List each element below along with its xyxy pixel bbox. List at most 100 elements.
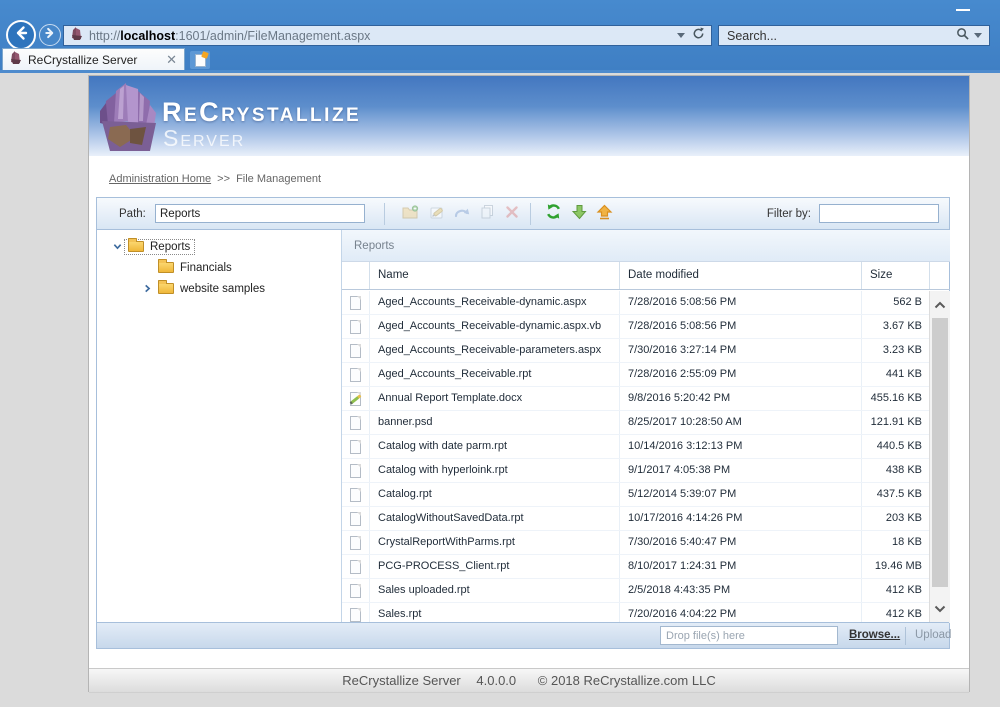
folder-icon [158,280,174,294]
file-size-cell: 121.91 KB [870,416,922,428]
tree-item[interactable]: Reports [97,236,341,257]
back-button[interactable] [6,20,36,50]
file-table-body: Aged_Accounts_Receivable-dynamic.aspx 7/… [342,291,929,623]
file-row[interactable]: Catalog with date parm.rpt 10/14/2016 3:… [342,435,929,459]
undo-button[interactable] [452,204,472,224]
address-bar[interactable]: http://localhost:1601/admin/FileManageme… [63,25,712,46]
breadcrumb-current: File Management [236,173,322,185]
url-text: http://localhost:1601/admin/FileManageme… [89,28,371,43]
file-type-cell [342,411,370,434]
tab-close-icon[interactable]: ✕ [166,53,177,66]
file-row[interactable]: Catalog with hyperloink.rpt 9/1/2017 4:0… [342,459,929,483]
delete-button[interactable] [502,204,522,224]
column-header-scroll-gutter [929,262,950,289]
file-row[interactable]: Aged_Accounts_Receivable.rpt 7/28/2016 2… [342,363,929,387]
rename-button[interactable] [427,204,447,224]
address-dropdown-caret-icon[interactable] [677,33,685,38]
tree-item[interactable]: Financials [97,257,341,278]
file-date-cell: 2/5/2018 4:43:35 PM [620,579,862,602]
file-icon [350,583,361,598]
file-date-cell: 10/14/2016 3:12:13 PM [620,435,862,458]
grid-scrollbar[interactable] [929,291,950,623]
tree-item[interactable]: website samples [97,278,341,299]
scrollbar-thumb[interactable] [932,318,948,587]
file-date-cell: 10/17/2016 4:14:26 PM [620,507,862,530]
file-type-cell [342,435,370,458]
browse-button[interactable]: Browse... [849,629,900,641]
file-row[interactable]: banner.psd 8/25/2017 10:28:50 AM 121.91 … [342,411,929,435]
forward-button[interactable] [39,24,61,46]
file-size-cell: 440.5 KB [876,440,922,452]
new-folder-button[interactable] [400,204,420,224]
path-input[interactable] [155,204,365,223]
back-icon [13,25,29,46]
file-icon [350,391,361,406]
file-name-cell: Aged_Accounts_Receivable-dynamic.aspx.vb [370,315,620,338]
tree-node[interactable]: Reports [124,238,196,255]
file-type-cell [342,387,370,410]
file-date-cell: 9/8/2016 5:20:42 PM [620,387,862,410]
file-size-cell: 412 KB [885,584,922,596]
file-date-cell: 8/10/2017 1:24:31 PM [620,555,862,578]
upload-submit-button[interactable]: Upload [915,629,951,641]
file-row[interactable]: Aged_Accounts_Receivable-dynamic.aspx 7/… [342,291,929,315]
file-size-cell: 3.23 KB [882,344,922,356]
folder-tree: Reports Financials website samples [97,230,342,623]
file-date-cell: 7/30/2016 3:27:14 PM [620,339,862,362]
breadcrumb-home-link[interactable]: Administration Home [109,173,211,185]
tree-chevron-icon[interactable] [111,242,124,251]
file-size-cell: 562 B [893,296,922,308]
refresh-button[interactable] [543,204,563,224]
file-size-cell: 412 KB [885,608,922,620]
column-header-date-modified[interactable]: Date modified [620,262,862,289]
file-name-cell: Sales uploaded.rpt [370,579,620,602]
download-button[interactable] [569,204,589,224]
file-name-cell: CrystalReportWithParms.rpt [370,531,620,554]
search-magnifier-icon[interactable] [956,27,969,45]
tree-item-label: Financials [180,261,232,274]
file-grid: Reports Name Date modified Size Aged_Acc… [342,230,950,623]
search-placeholder: Search... [727,28,778,43]
search-dropdown-caret-icon[interactable] [974,33,982,38]
file-name-cell: Catalog.rpt [370,483,620,506]
file-row[interactable]: Aged_Accounts_Receivable-dynamic.aspx.vb… [342,315,929,339]
column-header-name[interactable]: Name [370,262,620,289]
file-name-cell: Annual Report Template.docx [370,387,620,410]
tree-node[interactable]: website samples [154,280,270,297]
page-container: ReCrystallize Server Administration Home… [88,75,970,693]
file-icon [350,463,361,478]
minimize-button[interactable] [946,0,980,18]
file-row[interactable]: Sales uploaded.rpt 2/5/2018 4:43:35 PM 4… [342,579,929,603]
scroll-down-icon[interactable] [930,605,950,613]
file-row[interactable]: CatalogWithoutSavedData.rpt 10/17/2016 4… [342,507,929,531]
file-row[interactable]: Annual Report Template.docx 9/8/2016 5:2… [342,387,929,411]
file-row[interactable]: CrystalReportWithParms.rpt 7/30/2016 5:4… [342,531,929,555]
scroll-up-icon[interactable] [930,301,950,309]
forward-icon [44,26,56,44]
copy-button[interactable] [477,204,497,224]
upload-button[interactable] [594,204,614,224]
file-row[interactable]: Aged_Accounts_Receivable-parameters.aspx… [342,339,929,363]
browser-tab[interactable]: ReCrystallize Server ✕ [2,48,185,70]
new-tab-button[interactable] [190,51,210,69]
tree-chevron-icon[interactable] [141,284,154,293]
file-row[interactable]: Catalog.rpt 5/12/2014 5:39:07 PM 437.5 K… [342,483,929,507]
tree-node[interactable]: Financials [154,259,237,276]
drop-files-input[interactable] [660,626,838,645]
column-header-size[interactable]: Size [862,262,929,289]
file-row[interactable]: PCG-PROCESS_Client.rpt 8/10/2017 1:24:31… [342,555,929,579]
search-box[interactable]: Search... [718,25,990,46]
copy-icon [480,204,495,224]
page-refresh-icon[interactable] [692,27,705,45]
file-type-cell [342,555,370,578]
file-date-cell: 9/1/2017 4:05:38 PM [620,459,862,482]
file-date-cell: 7/28/2016 2:55:09 PM [620,363,862,386]
file-date-cell: 5/12/2014 5:39:07 PM [620,483,862,506]
file-date-cell: 8/25/2017 10:28:50 AM [620,411,862,434]
file-name-cell: Catalog with date parm.rpt [370,435,620,458]
filter-input[interactable] [819,204,939,223]
file-row[interactable]: Sales.rpt 7/20/2016 4:04:22 PM 412 KB [342,603,929,623]
minimize-icon [956,9,970,11]
file-name-cell: PCG-PROCESS_Client.rpt [370,555,620,578]
browser-titlebar: http://localhost:1601/admin/FileManageme… [0,0,1000,70]
